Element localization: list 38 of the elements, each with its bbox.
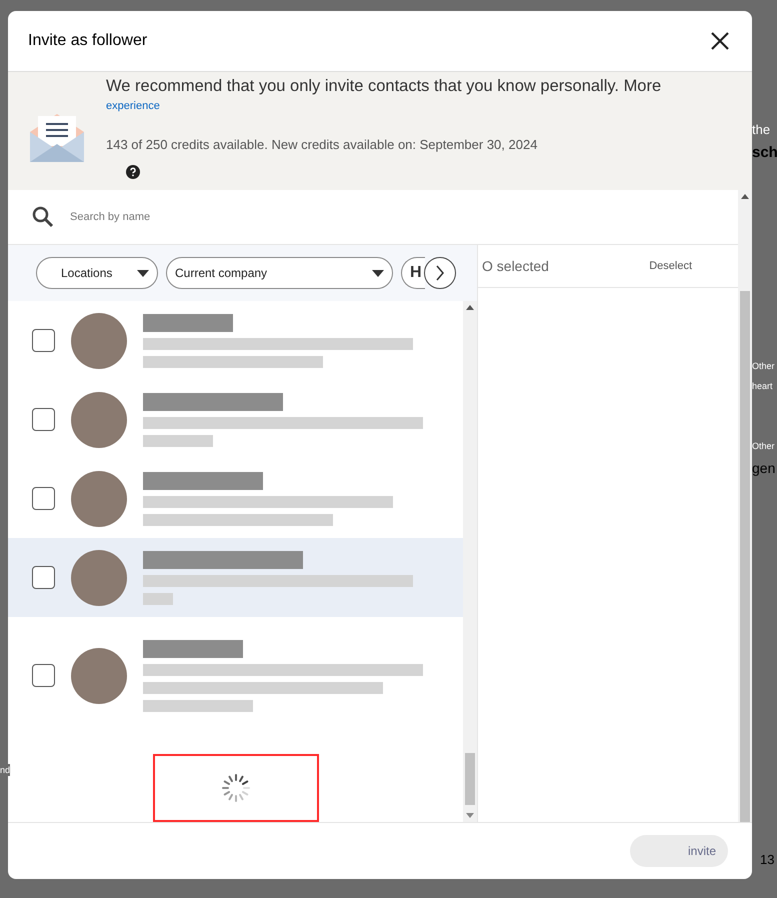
checkbox[interactable] — [32, 664, 55, 688]
checkbox[interactable] — [32, 408, 55, 432]
search-icon — [32, 206, 54, 228]
help-icon[interactable] — [126, 165, 140, 179]
background-text: the — [752, 121, 770, 139]
notice-message: We recommend that you only invite contacts that you know personally. More — [106, 76, 662, 97]
background-text: gen — [752, 459, 776, 478]
checkbox[interactable] — [32, 487, 55, 510]
checkbox[interactable] — [32, 329, 55, 352]
dialog-title: Invite as follower — [28, 31, 148, 51]
scroll-down-icon[interactable] — [466, 813, 474, 818]
caret-icon — [137, 270, 149, 276]
scroll-right-button[interactable] — [424, 257, 456, 289]
deselect-button[interactable]: Deselect — [649, 258, 692, 274]
credits-text: 143 of 250 credits available. New credits available on: September 30, 2024 — [106, 136, 538, 154]
background-text: heart — [752, 380, 773, 393]
background-text: nd — [0, 764, 10, 776]
background-text: Other — [752, 360, 775, 373]
background-text: sch — [752, 143, 777, 163]
background-text: 13 — [760, 851, 774, 869]
scrollbar-thumb[interactable] — [740, 291, 750, 822]
list-scrollbar[interactable] — [463, 301, 477, 822]
search-field[interactable]: Search by name — [70, 208, 714, 226]
panel-scrollbar[interactable] — [738, 190, 752, 822]
selected-count: O selected — [482, 256, 549, 276]
caret-icon — [372, 270, 384, 276]
scroll-up-icon[interactable] — [741, 194, 749, 199]
scroll-up-icon[interactable] — [466, 305, 474, 310]
contact-row[interactable] — [8, 538, 463, 618]
scrollbar-thumb[interactable] — [465, 753, 475, 805]
filter-dropdown[interactable]: H — [401, 257, 425, 289]
checkbox[interactable] — [32, 566, 55, 590]
filter-dropdown[interactable]: Current company — [166, 257, 393, 289]
envelope-icon — [30, 112, 84, 162]
background-text: Other — [752, 440, 775, 453]
more-link[interactable]: experience — [106, 98, 662, 114]
filter-dropdown[interactable]: Locations — [36, 257, 158, 289]
chevron-right-icon — [435, 265, 445, 281]
